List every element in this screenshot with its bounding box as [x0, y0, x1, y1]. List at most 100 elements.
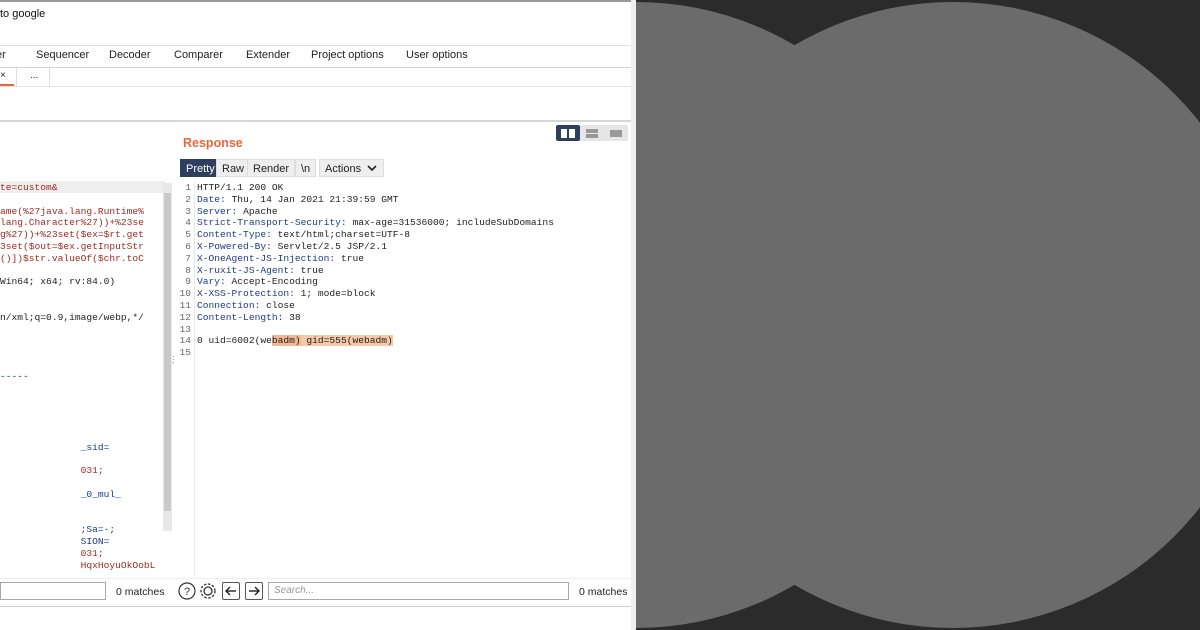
help-icon[interactable]: ? — [178, 582, 196, 600]
response-line: X-XSS-Protection: 1; mode=block — [197, 288, 375, 300]
decorative-circle-right — [640, 2, 1200, 628]
sub-tab-divider — [49, 66, 50, 86]
line-number: 7 — [185, 252, 191, 264]
actions-label: Actions — [325, 163, 362, 175]
sub-tab-close[interactable]: × — [0, 70, 6, 81]
header-name: X-ruxit-JS-Agent: — [197, 264, 295, 276]
header-name: X-OneAgent-JS-Injection: — [197, 252, 336, 264]
nav-tab-decoder[interactable]: Decoder — [109, 49, 151, 61]
header-value: Servlet/2.5 JSP/2.1 — [271, 241, 387, 252]
window-border — [0, 0, 631, 2]
line-number: 1 — [185, 182, 191, 193]
svg-text:?: ? — [184, 586, 190, 598]
response-line: Strict-Transport-Security: max-age=31536… — [197, 217, 554, 229]
request-scrollbar[interactable] — [163, 183, 172, 531]
tab-raw[interactable]: Raw — [216, 159, 251, 177]
header-value: Thu, 14 Jan 2021 21:39:59 GMT — [225, 193, 399, 205]
header-name: Connection: — [197, 300, 261, 311]
request-line: ----- — [0, 370, 29, 382]
header-value: max-age=31536000; includeSubDomains — [346, 217, 554, 229]
header-value: true — [335, 252, 364, 264]
burp-window: to google ter Sequencer Decoder Comparer Ext… — [0, 0, 631, 630]
header-value: 1; mode=block — [294, 288, 376, 300]
header-name: Vary: — [197, 276, 226, 288]
request-line: Win64; x64; rv:84.0) — [0, 276, 116, 288]
line-number: 5 — [185, 229, 191, 241]
line-number: 12 — [179, 311, 191, 323]
response-line: Server: Apache — [197, 206, 278, 218]
arrow-right-icon[interactable] — [245, 582, 263, 600]
sub-tab-row: × ... — [0, 66, 631, 87]
response-search-input[interactable]: Search... — [268, 582, 569, 600]
header-name: Server: — [197, 205, 238, 217]
line-number: 11 — [179, 300, 191, 311]
layout-split-icon[interactable] — [556, 125, 580, 141]
response-line: Content-Type: text/html;charset=UTF-8 — [197, 229, 410, 241]
body-text: 0 uid=6002(we — [197, 335, 272, 347]
active-sub-tab-indicator — [0, 84, 14, 86]
header-name: Date: — [197, 193, 226, 205]
header-value: Apache — [237, 205, 278, 217]
bottom-border — [0, 606, 631, 607]
header-value: HTTP/1.1 200 OK — [197, 182, 284, 193]
header-value: close — [260, 300, 295, 311]
nav-tab-comparer[interactable]: Comparer — [174, 49, 223, 61]
response-line: X-Powered-By: Servlet/2.5 JSP/2.1 — [197, 241, 387, 253]
response-line: Connection: close — [197, 300, 295, 312]
request-matches: 0 matches — [116, 586, 165, 598]
sub-tab-more[interactable]: ... — [30, 70, 38, 81]
request-line: 031; — [0, 547, 104, 559]
response-body-line: 0 uid=6002(webadm) gid=555(webadm) — [197, 335, 393, 347]
request-line: ;Sa=-; — [0, 524, 116, 536]
header-value: true — [294, 264, 324, 276]
header-name: Content-Length: — [197, 311, 284, 323]
actions-dropdown[interactable]: Actions — [319, 159, 385, 177]
request-scrollbar-thumb[interactable] — [164, 193, 171, 511]
search-highlight: badm) — [271, 335, 301, 347]
tab-render[interactable]: Render — [247, 159, 296, 177]
header-name: Content-Type: — [197, 229, 272, 241]
line-number: 15 — [179, 347, 191, 359]
request-line: _0_mul_ — [0, 488, 121, 500]
response-line: Vary: Accept-Encoding — [197, 276, 318, 288]
nav-tab-sequencer[interactable]: Sequencer — [36, 49, 89, 61]
chevron-down-icon — [367, 165, 377, 172]
layout-horizontal-icon[interactable] — [580, 125, 604, 141]
tab-newline[interactable]: \n — [295, 159, 317, 177]
tab-pretty[interactable]: Pretty — [180, 159, 221, 177]
line-number: 2 — [185, 193, 191, 205]
request-line: g%27))+%23set($ex=$rt.get — [0, 229, 144, 241]
line-number: 9 — [185, 276, 191, 288]
settings-icon[interactable] — [199, 582, 217, 600]
nav-tab-ter[interactable]: ter — [0, 49, 6, 61]
line-number: 13 — [179, 323, 191, 335]
header-name: X-Powered-By: — [197, 241, 272, 252]
layout-toggle-group — [556, 125, 628, 141]
request-line: 031; — [0, 465, 104, 477]
line-number: 14 — [179, 335, 191, 347]
splitter-grip-icon[interactable]: · · · — [172, 352, 175, 367]
request-line: _sid= — [0, 441, 110, 453]
response-line: X-OneAgent-JS-Injection: true — [197, 253, 364, 265]
response-title: Response — [183, 136, 243, 150]
response-matches: 0 matches — [579, 586, 628, 598]
request-line: ()])$str.valueOf($chr.toC — [0, 252, 144, 264]
request-line: n/xml;q=0.9,image/webp,*/ — [0, 311, 144, 323]
response-line: Content-Length: 38 — [197, 312, 301, 324]
line-number: 4 — [185, 217, 191, 229]
header-name: Strict-Transport-Security: — [197, 217, 347, 229]
window-title: to google — [0, 8, 46, 20]
layout-single-icon[interactable] — [604, 125, 628, 141]
response-line: HTTP/1.1 200 OK — [197, 182, 283, 194]
arrow-left-icon[interactable] — [222, 582, 240, 600]
nav-tab-extender[interactable]: Extender — [246, 49, 290, 61]
response-line: Date: Thu, 14 Jan 2021 21:39:59 GMT — [197, 194, 399, 206]
nav-tab-user-options[interactable]: User options — [406, 49, 468, 61]
request-search-input[interactable] — [0, 582, 106, 600]
header-value: Accept-Encoding — [225, 276, 318, 288]
header-name: X-XSS-Protection: — [197, 288, 295, 300]
header-value: 38 — [283, 311, 301, 323]
request-line: SION= — [0, 536, 110, 547]
nav-tab-project-options[interactable]: Project options — [311, 49, 384, 61]
line-number: 6 — [185, 241, 191, 252]
